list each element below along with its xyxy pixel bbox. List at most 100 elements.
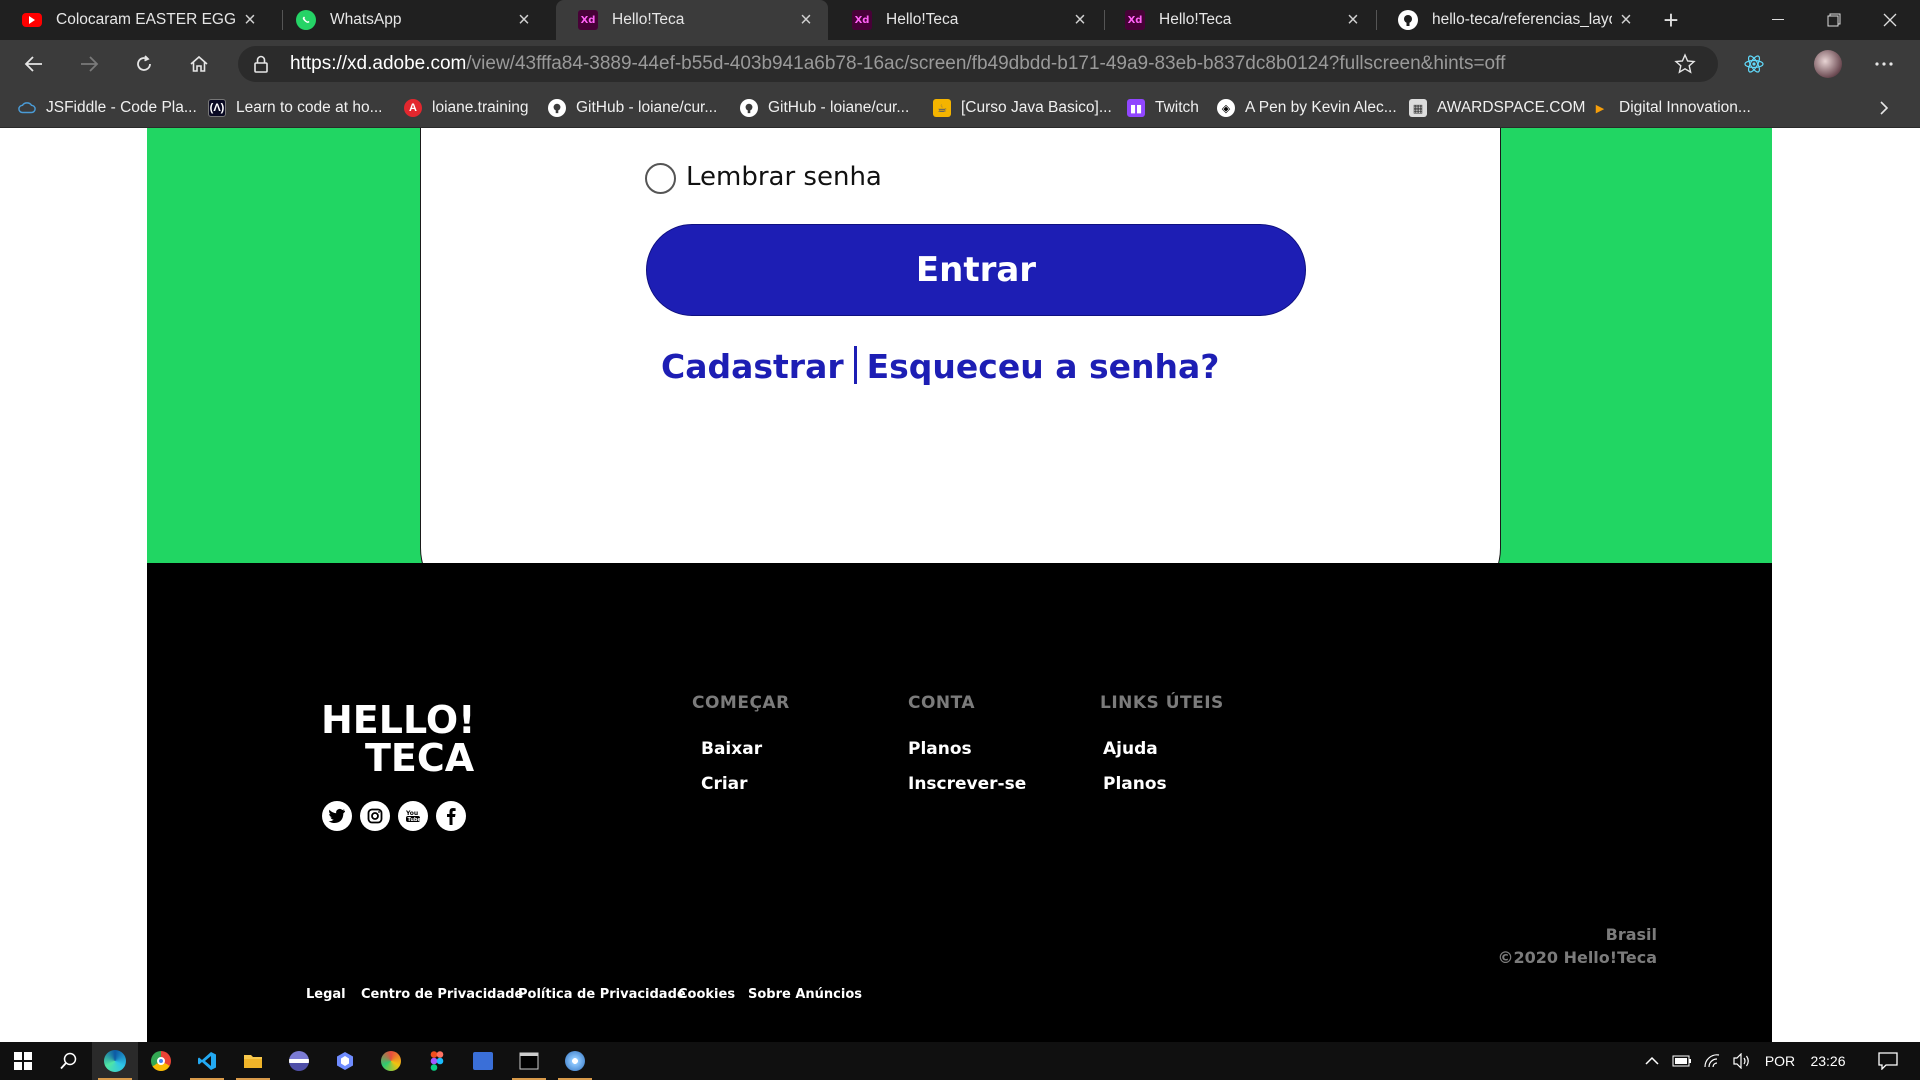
taskbar-terminal[interactable] bbox=[506, 1042, 552, 1080]
minimize-button[interactable] bbox=[1750, 0, 1806, 40]
footer-link-help[interactable]: Ajuda bbox=[1103, 739, 1158, 759]
facebook-icon[interactable] bbox=[436, 801, 466, 831]
bookmark-item[interactable]: (Λ) Learn to code at ho... bbox=[208, 88, 383, 128]
taskbar-figma[interactable] bbox=[414, 1042, 460, 1080]
bookmark-item[interactable]: ☕ [Curso Java Basico]... bbox=[933, 88, 1112, 128]
footer-privacy-policy-link[interactable]: Política de Privacidade bbox=[518, 987, 686, 1002]
bookmark-item[interactable]: JSFiddle - Code Pla... bbox=[18, 88, 197, 128]
taskbar-edge[interactable] bbox=[92, 1042, 138, 1080]
battery-indicator[interactable] bbox=[1668, 1042, 1696, 1080]
react-devtools-extension[interactable] bbox=[1736, 46, 1772, 82]
bookmark-item[interactable]: GitHub - loiane/cur... bbox=[548, 88, 717, 128]
bookmark-item[interactable]: A loiane.training bbox=[404, 88, 529, 128]
adobe-xd-icon: Xd bbox=[578, 10, 598, 30]
more-dots-icon bbox=[1875, 62, 1893, 66]
taskbar-chrome[interactable] bbox=[138, 1042, 184, 1080]
more-bookmarks-button[interactable] bbox=[1878, 88, 1890, 128]
tab-title: Hello!Teca bbox=[612, 11, 685, 28]
taskbar-app-5[interactable] bbox=[322, 1042, 368, 1080]
browser-tab[interactable]: Xd Hello!Teca × bbox=[1103, 0, 1375, 40]
jsfiddle-icon bbox=[18, 99, 36, 117]
browser-tab[interactable]: hello-teca/referencias_layout × bbox=[1376, 0, 1648, 40]
home-button[interactable] bbox=[181, 46, 217, 82]
footer-link-download[interactable]: Baixar bbox=[701, 739, 762, 759]
taskbar-vscode[interactable] bbox=[184, 1042, 230, 1080]
bookmark-item[interactable]: ▦ AWARDSPACE.COM bbox=[1409, 88, 1585, 128]
forward-button[interactable] bbox=[71, 46, 107, 82]
bookmark-item[interactable]: ▮▮ Twitch bbox=[1127, 88, 1199, 128]
volume-indicator[interactable] bbox=[1728, 1042, 1756, 1080]
bookmark-label: GitHub - loiane/cur... bbox=[576, 99, 718, 116]
footer-link-create[interactable]: Criar bbox=[701, 774, 748, 794]
close-tab-icon[interactable]: × bbox=[1612, 9, 1640, 32]
show-hidden-icons-button[interactable] bbox=[1638, 1042, 1666, 1080]
back-button[interactable] bbox=[16, 46, 52, 82]
browser-tab[interactable]: WhatsApp × bbox=[274, 0, 546, 40]
site-footer: HELLO! TECA You Tube COMEÇAR Baixar Criar… bbox=[147, 563, 1772, 1042]
terminal-icon bbox=[519, 1052, 539, 1070]
input-language[interactable]: POR bbox=[1760, 1042, 1800, 1080]
browser-tab[interactable]: Xd Hello!Teca × bbox=[830, 0, 1102, 40]
forgot-password-link[interactable]: Esqueceu a senha? bbox=[867, 347, 1220, 386]
refresh-button[interactable] bbox=[126, 46, 162, 82]
instagram-icon[interactable] bbox=[360, 801, 390, 831]
app-icon bbox=[565, 1051, 585, 1071]
notifications-button[interactable] bbox=[1866, 1042, 1910, 1080]
bookmark-item[interactable]: ▶ Digital Innovation... bbox=[1591, 88, 1751, 128]
taskbar-app-6[interactable] bbox=[368, 1042, 414, 1080]
hello-teca-logo[interactable]: HELLO! TECA bbox=[321, 701, 475, 777]
twitter-icon[interactable] bbox=[322, 801, 352, 831]
github-icon bbox=[548, 99, 566, 117]
search-button[interactable] bbox=[46, 1042, 92, 1080]
footer-privacy-center-link[interactable]: Centro de Privacidade bbox=[361, 987, 523, 1002]
browser-tab[interactable]: Colocaram EASTER EGG na D × bbox=[0, 0, 272, 40]
close-tab-icon[interactable]: × bbox=[1339, 9, 1367, 32]
home-icon bbox=[190, 55, 208, 72]
start-button[interactable] bbox=[0, 1042, 46, 1080]
github-icon bbox=[740, 99, 758, 117]
wifi-icon bbox=[1704, 1054, 1720, 1068]
profile-avatar[interactable] bbox=[1810, 46, 1846, 82]
wifi-indicator[interactable] bbox=[1698, 1042, 1726, 1080]
close-tab-icon[interactable]: × bbox=[510, 9, 538, 32]
browser-tab-active[interactable]: Xd Hello!Teca × bbox=[556, 0, 828, 40]
close-tab-icon[interactable]: × bbox=[792, 9, 820, 32]
remember-password-label[interactable]: Lembrar senha bbox=[686, 162, 882, 192]
youtube-icon[interactable]: You Tube bbox=[398, 801, 428, 831]
register-link[interactable]: Cadastrar bbox=[661, 347, 844, 386]
taskbar-app-4[interactable] bbox=[276, 1042, 322, 1080]
lock-icon[interactable] bbox=[252, 54, 270, 74]
footer-legal-link[interactable]: Legal bbox=[306, 987, 346, 1002]
favorite-star-icon[interactable] bbox=[1674, 53, 1696, 75]
taskbar-file-explorer[interactable] bbox=[230, 1042, 276, 1080]
footer-link-plans[interactable]: Planos bbox=[908, 739, 972, 759]
footer-heading-account: CONTA bbox=[908, 693, 976, 713]
taskbar-app-10[interactable] bbox=[552, 1042, 598, 1080]
logo-line-2: TECA bbox=[365, 736, 475, 780]
bookmark-item[interactable]: GitHub - loiane/cur... bbox=[740, 88, 909, 128]
url-text[interactable]: https://xd.adobe.com/view/43fffa84-3889-… bbox=[290, 46, 1505, 82]
bookmark-item[interactable]: ◈ A Pen by Kevin Alec... bbox=[1217, 88, 1397, 128]
search-icon bbox=[60, 1052, 77, 1070]
remember-password-radio[interactable] bbox=[645, 163, 676, 194]
notification-icon bbox=[1878, 1052, 1898, 1070]
svg-text:Tube: Tube bbox=[408, 817, 422, 823]
new-tab-button[interactable]: + bbox=[1655, 4, 1687, 36]
address-bar[interactable]: https://xd.adobe.com/view/43fffa84-3889-… bbox=[238, 46, 1718, 82]
footer-copyright: ©2020 Hello!Teca bbox=[1497, 948, 1657, 967]
close-tab-icon[interactable]: × bbox=[236, 9, 264, 32]
close-tab-icon[interactable]: × bbox=[1066, 9, 1094, 32]
footer-cookies-link[interactable]: Cookies bbox=[678, 987, 735, 1002]
footer-about-ads-link[interactable]: Sobre Anúncios bbox=[748, 987, 862, 1002]
enter-button[interactable]: Entrar bbox=[646, 224, 1306, 316]
clock[interactable]: 23:26 bbox=[1804, 1042, 1852, 1080]
logo-line-1: HELLO! bbox=[321, 698, 476, 742]
footer-link-signup[interactable]: Inscrever-se bbox=[908, 774, 1026, 794]
taskbar-app-8[interactable] bbox=[460, 1042, 506, 1080]
restore-button[interactable] bbox=[1806, 0, 1862, 40]
footer-link-plans-2[interactable]: Planos bbox=[1103, 774, 1167, 794]
close-window-button[interactable] bbox=[1862, 0, 1918, 40]
settings-menu-button[interactable] bbox=[1866, 46, 1902, 82]
bookmark-label: JSFiddle - Code Pla... bbox=[46, 99, 197, 116]
speaker-icon bbox=[1733, 1053, 1749, 1069]
